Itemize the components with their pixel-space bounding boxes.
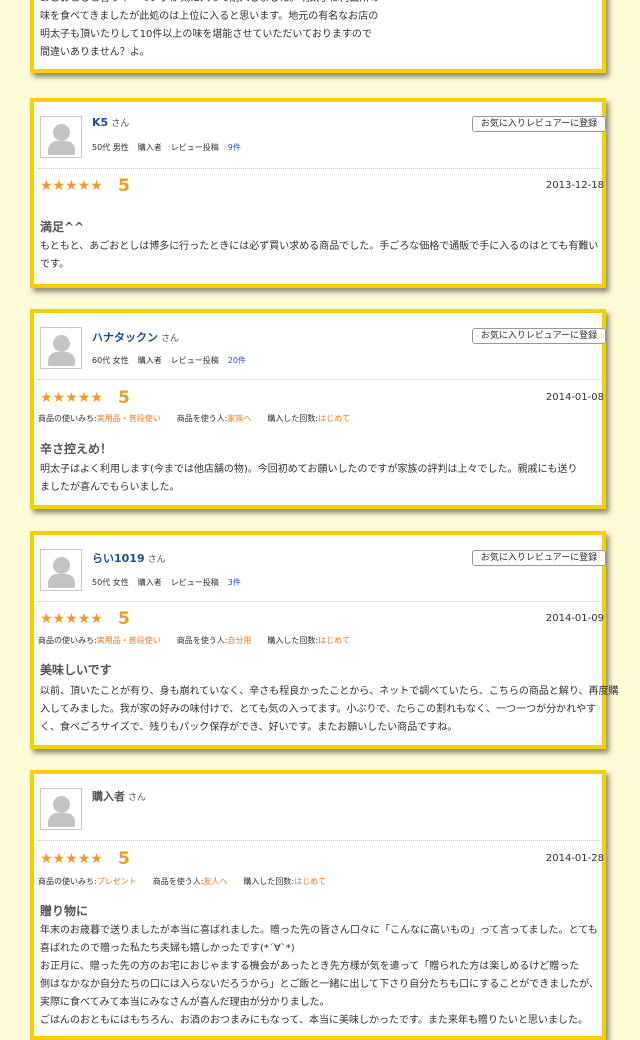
age-gender: 60代 女性: [92, 356, 129, 365]
review-line: 喜ばれたので贈った私たち夫婦も嬉しかったです(*´∀`*): [40, 943, 295, 954]
user-value: 友人へ: [203, 877, 228, 886]
star-rating-icon: ★★★★★: [40, 851, 103, 867]
review-line: あごおとしと言うネーミングが気に入って購入しました。明太子は何面所の: [40, 0, 380, 8]
rating-score: 5: [118, 176, 130, 196]
review-line: 明太子も頂いたりして10件以上の味を堪能させていただいておりますので: [40, 29, 372, 40]
purchase-meta: 商品の使いみち:実用品・普段使い 商品を使う人:自分用 購入した回数:はじめて: [38, 635, 366, 646]
avatar-icon: [40, 327, 82, 369]
divider: [38, 840, 602, 841]
review-count[interactable]: 20件: [228, 356, 246, 365]
review-posts-label: レビュー投稿: [170, 143, 219, 152]
review-posts-label: レビュー投稿: [170, 578, 219, 587]
review-card: らい1019 さん 50代 女性 購入者 レビュー投稿 3件 お気に入りレビュアーに登録…: [30, 531, 619, 749]
reviewer-info: 50代 女性 購入者 レビュー投稿 3件: [92, 577, 250, 588]
review-line: 明太子はよく利用します(今までは他店舗の物)。今回初めてお願いしたのですが家族の…: [40, 464, 578, 475]
age-gender: 50代 女性: [92, 578, 129, 587]
rating-score: 5: [118, 609, 130, 629]
review-card: K5 さん 50代 男性 購入者 レビュー投稿 9件 お気に入りレビュアーに登録 ★★★…: [30, 98, 606, 288]
review-date: 2013-12-18: [545, 180, 604, 191]
reviewer-name[interactable]: ハナタックン: [92, 331, 158, 344]
user-value: 自分用: [227, 636, 252, 645]
favorite-reviewer-button[interactable]: お気に入りレビュアーに登録: [472, 116, 606, 132]
review-title: 辛さ控えめ！: [40, 442, 113, 456]
user-label: 商品を使う人:: [176, 414, 228, 423]
star-rating-icon: ★★★★★: [40, 390, 103, 406]
user-value: 家族へ: [227, 414, 252, 423]
avatar-icon: [40, 549, 82, 591]
rating-score: 5: [118, 849, 130, 869]
star-rating-icon: ★★★★★: [40, 611, 103, 627]
review-line: 実際に食べてみて本当にみなさんが喜んだ理由が分かりました。: [40, 997, 330, 1008]
reviewer-name: 購入者: [92, 790, 125, 803]
reviewer-info: 50代 男性 購入者 レビュー投稿 9件: [92, 142, 250, 153]
rating-score: 5: [118, 388, 130, 408]
review-line: く、食べごろサイズで、残りもパック保存ができ、好いです。またお願いしたい商品です…: [40, 722, 458, 733]
times-value: はじめて: [318, 414, 351, 423]
honorific: さん: [128, 793, 147, 803]
review-line: 側はなかなか自分たちの口には入らないだろうから」とご飯と一緒に出して下さり自分た…: [40, 979, 599, 990]
star-rating-icon: ★★★★★: [40, 178, 103, 194]
review-line: です。: [40, 259, 69, 270]
review-card-partial: あごおとしと言うネーミングが気に入って購入しました。明太子は何面所の 味を食べて…: [30, 0, 606, 73]
purchase-meta: 商品の使いみち:実用品・普段使い 商品を使う人:家族へ 購入した回数:はじめて: [38, 413, 366, 424]
reviewer-name[interactable]: らい1019: [92, 552, 145, 565]
favorite-reviewer-button[interactable]: お気に入りレビュアーに登録: [472, 328, 606, 344]
review-card: ハナタックン さん 60代 女性 購入者 レビュー投稿 20件 お気に入りレビュアーに登…: [30, 309, 606, 509]
review-title: 美味しいです: [40, 663, 112, 677]
avatar-icon: [40, 788, 82, 830]
usage-label: 商品の使いみち:: [38, 636, 97, 645]
reviewer-info: 60代 女性 購入者 レビュー投稿 20件: [92, 355, 255, 366]
review-line: 入してみました。我が家の好みの味付けで、とても気の入ってます。小ぶりで、たらこの…: [40, 704, 597, 715]
times-value: はじめて: [318, 636, 351, 645]
honorific: さん: [147, 555, 166, 565]
review-line: ごはんのおともにはもちろん、お酒のおつまみにもなって、本当に美味しかったです。ま…: [40, 1015, 588, 1026]
review-line: 味を食べてきましたが此処のは上位に入ると思います。地元の有名なお店の: [40, 11, 379, 22]
review-line: 間違いありません？よ。: [40, 47, 150, 58]
usage-value: 実用品・普段使い: [96, 636, 161, 645]
review-posts-label: レビュー投稿: [170, 356, 219, 365]
review-count[interactable]: 3件: [228, 578, 241, 587]
review-body: あごおとしと言うネーミングが気に入って購入しました。明太子は何面所の 味を食べて…: [40, 0, 380, 62]
honorific: さん: [111, 119, 130, 129]
review-body: もともと、あごおとしは博多に行ったときには必ず買い求める商品でした。手ごろな価格…: [40, 238, 602, 274]
review-title: 贈り物に: [40, 904, 89, 918]
review-line: お正月に、贈った先の方のお宅におじゃまする機会があったとき先方様が気を遣って「贈…: [40, 961, 580, 972]
times-value: はじめて: [294, 877, 327, 886]
buyer-label: 購入者: [137, 578, 162, 587]
divider: [38, 379, 602, 380]
reviewer-name[interactable]: K5: [92, 116, 108, 129]
divider: [38, 168, 602, 169]
review-body: 年末のお歳暮で送りましたが本当に喜ばれました。贈った先の皆さん口々に「こんなに高…: [40, 922, 602, 1030]
usage-label: 商品の使いみち:: [38, 414, 97, 423]
buyer-label: 購入者: [137, 356, 162, 365]
review-line: もともと、あごおとしは博多に行ったときには必ず買い求める商品でした。手ごろな価格…: [40, 241, 599, 252]
review-date: 2014-01-28: [545, 853, 604, 864]
usage-value: 実用品・普段使い: [96, 414, 161, 423]
user-label: 商品を使う人:: [176, 636, 228, 645]
purchase-meta: 商品の使いみち:プレゼント 商品を使う人:友人へ 購入した回数:はじめて: [38, 876, 342, 887]
usage-label: 商品の使いみち:: [38, 877, 97, 886]
review-line: 以前、頂いたことが有り、身も崩れていなく、辛さも程良かったことから、ネットで調べ…: [40, 686, 619, 697]
user-label: 商品を使う人:: [152, 877, 204, 886]
review-card: 購入者 さん ★★★★★ 5 2014-01-28 商品の使いみち:プレゼント 商品…: [30, 770, 606, 1040]
review-date: 2014-01-09: [545, 613, 604, 624]
divider: [38, 601, 602, 602]
age-gender: 50代 男性: [92, 143, 129, 152]
times-label: 購入した回数:: [243, 877, 295, 886]
review-body: 以前、頂いたことが有り、身も崩れていなく、辛さも程良かったことから、ネットで調べ…: [40, 683, 619, 737]
review-date: 2014-01-08: [545, 392, 604, 403]
times-label: 購入した回数:: [267, 636, 319, 645]
usage-value: プレゼント: [96, 877, 137, 886]
honorific: さん: [161, 334, 180, 344]
buyer-label: 購入者: [137, 143, 162, 152]
favorite-reviewer-button[interactable]: お気に入りレビュアーに登録: [472, 550, 606, 566]
review-title: 満足^^: [40, 220, 85, 234]
review-count[interactable]: 9件: [228, 143, 241, 152]
review-line: 年末のお歳暮で送りましたが本当に喜ばれました。贈った先の皆さん口々に「こんなに高…: [40, 925, 598, 936]
review-body: 明太子はよく利用します(今までは他店舗の物)。今回初めてお願いしたのですが家族の…: [40, 461, 602, 497]
times-label: 購入した回数:: [267, 414, 319, 423]
review-line: ましたが喜んでもらいました。: [40, 482, 180, 493]
avatar-icon: [40, 116, 82, 158]
